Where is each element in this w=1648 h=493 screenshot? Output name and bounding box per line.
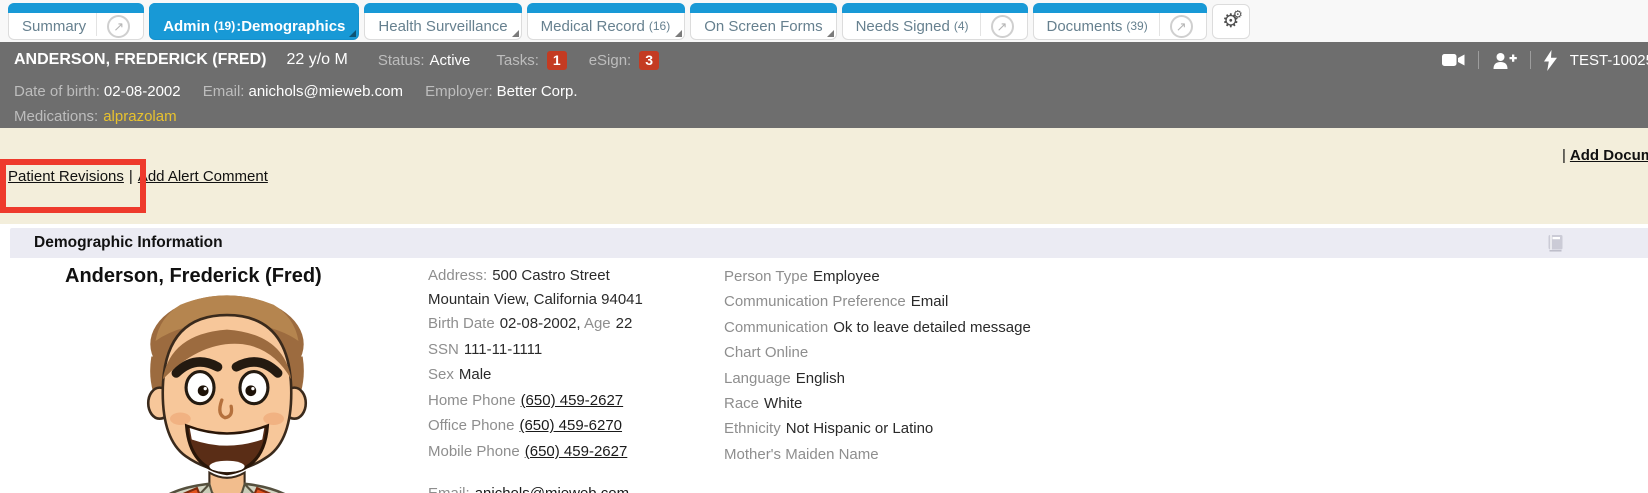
dob-label: Date of birth:: [14, 83, 100, 100]
tab-health-surveillance-label: Health Surveillance: [378, 18, 507, 35]
add-alert-comment-link[interactable]: Add Alert Comment: [138, 168, 268, 185]
patient-detail-line2: Medications: alprazolam: [14, 104, 1634, 129]
open-new-window-icon[interactable]: ↗: [107, 15, 130, 38]
tab-documents-label: Documents: [1047, 18, 1123, 35]
field-race: RaceWhite: [724, 391, 1144, 416]
field-sex: SexMale: [428, 362, 718, 388]
tab-summary-label: Summary: [22, 18, 86, 35]
esign-label: eSign:: [589, 52, 632, 69]
tab-needs-signed[interactable]: Needs Signed (4) ↗: [842, 3, 1028, 40]
employer-value: Better Corp.: [497, 83, 578, 100]
field-person-type: Person TypeEmployee: [724, 264, 1144, 289]
demographics-panel-body: Anderson, Frederick (Fred): [10, 258, 1648, 493]
tab-needs-signed-label: Needs Signed: [856, 18, 950, 35]
email-value: anichols@mieweb.com: [248, 83, 402, 100]
demographics-panel: Demographic Information Anderson, Freder…: [10, 228, 1648, 493]
tab-summary[interactable]: Summary ↗: [8, 3, 144, 40]
alert-band: Patient Revisions|Add Alert Comment |Add…: [0, 128, 1648, 224]
medications-label: Medications:: [14, 108, 98, 125]
tab-needs-signed-count: (4): [954, 19, 969, 33]
office-phone-link[interactable]: (650) 459-6270: [519, 417, 622, 434]
home-phone-link[interactable]: (650) 459-2627: [521, 392, 624, 409]
field-mobile-phone: Mobile Phone(650) 459-2627: [428, 439, 718, 465]
gear-small-icon: ⚙: [1233, 10, 1243, 21]
dob-value: 02-08-2002: [104, 83, 181, 100]
field-communication-preference: Communication PreferenceEmail: [724, 289, 1144, 314]
patient-photo[interactable]: [118, 284, 336, 493]
patient-header: ANDERSON, FREDERICK (FRED) 22 y/o M Stat…: [0, 42, 1648, 78]
tab-admin-suffix: :Demographics: [236, 18, 345, 35]
demographics-panel-header: Demographic Information: [10, 228, 1648, 258]
tab-documents[interactable]: Documents (39) ↗: [1033, 3, 1207, 40]
chart-tab-bar: Summary ↗ Admin (19) :Demographics Healt…: [0, 0, 1648, 42]
patient-name: ANDERSON, FREDERICK (FRED): [14, 51, 266, 69]
field-address-line2: Mountain View, California 94041: [428, 288, 718, 312]
field-office-phone: Office Phone(650) 459-6270: [428, 413, 718, 439]
field-mothers-maiden-name: Mother's Maiden Name: [724, 442, 1144, 467]
video-call-icon[interactable]: [1442, 53, 1465, 67]
patient-detail-line1: Date of birth:02-08-2002 Email:anichols@…: [14, 79, 1634, 104]
open-new-window-icon[interactable]: ↗: [1170, 15, 1193, 38]
esign-badge[interactable]: 3: [639, 51, 659, 70]
tab-on-screen-forms[interactable]: On Screen Forms: [690, 3, 836, 40]
tab-divider: [980, 13, 981, 36]
patient-revisions-link[interactable]: Patient Revisions: [8, 168, 124, 185]
tab-medical-record-label: Medical Record: [541, 18, 645, 35]
settings-button[interactable]: ⚙ ⚙: [1212, 4, 1250, 39]
tab-divider: [96, 13, 97, 36]
tasks-badge[interactable]: 1: [547, 51, 567, 70]
tab-medical-record-count: (16): [649, 19, 670, 33]
patient-header-details: Date of birth:02-08-2002 Email:anichols@…: [0, 78, 1648, 128]
tab-admin-demographics[interactable]: Admin (19) :Demographics: [149, 3, 359, 40]
tab-divider: [1159, 13, 1160, 36]
medications-value[interactable]: alprazolam: [103, 108, 176, 125]
tab-health-surveillance[interactable]: Health Surveillance: [364, 3, 521, 40]
field-chart-online: Chart Online: [724, 340, 1144, 365]
tab-admin-label: Admin: [163, 18, 210, 35]
divider: [1530, 51, 1531, 69]
field-birth-date: Birth Date02-08-2002, Age22: [428, 311, 718, 337]
link-divider: |: [129, 168, 133, 185]
field-ssn: SSN111-11-1111: [428, 337, 718, 363]
book-icon[interactable]: [1545, 234, 1565, 257]
add-document-links: |Add Document: [1562, 147, 1648, 164]
add-document-link[interactable]: Add Document: [1570, 147, 1648, 164]
field-communication: CommunicationOk to leave detailed messag…: [724, 315, 1144, 340]
status-label: Status:: [378, 52, 425, 69]
patient-age-sex: 22 y/o M: [286, 51, 347, 69]
quick-action-bolt-icon[interactable]: [1544, 50, 1557, 71]
email-label: Email:: [203, 83, 245, 100]
status-value: Active: [430, 52, 471, 69]
field-ethnicity: EthnicityNot Hispanic or Latino: [724, 416, 1144, 441]
field-email: Email:anichols@mieweb.com: [428, 481, 718, 493]
email-link[interactable]: anichols@mieweb.com: [475, 485, 629, 493]
mobile-phone-link[interactable]: (650) 459-2627: [525, 443, 628, 460]
field-address: Address:500 Castro Street: [428, 264, 718, 288]
field-home-phone: Home Phone(650) 459-2627: [428, 388, 718, 414]
tab-on-screen-forms-label: On Screen Forms: [704, 18, 822, 35]
employer-label: Employer:: [425, 83, 493, 100]
alert-band-links: Patient Revisions | Add Alert Comment: [8, 168, 268, 185]
tab-documents-count: (39): [1126, 19, 1147, 33]
divider: [1478, 51, 1479, 69]
add-user-icon[interactable]: [1492, 52, 1517, 69]
panel-title: Demographic Information: [34, 234, 223, 252]
demographics-left-column: Address:500 Castro Street Mountain View,…: [428, 264, 718, 493]
tab-medical-record[interactable]: Medical Record (16): [527, 3, 686, 40]
tasks-label: Tasks:: [496, 52, 539, 69]
patient-header-actions: TEST-10025: [1442, 42, 1648, 78]
chart-id: TEST-10025: [1570, 52, 1648, 69]
link-divider: |: [1562, 147, 1566, 164]
open-new-window-icon[interactable]: ↗: [991, 15, 1014, 38]
tab-admin-count: (19): [214, 19, 235, 33]
demographics-right-column: Person TypeEmployee Communication Prefer…: [724, 264, 1144, 467]
field-language: LanguageEnglish: [724, 366, 1144, 391]
